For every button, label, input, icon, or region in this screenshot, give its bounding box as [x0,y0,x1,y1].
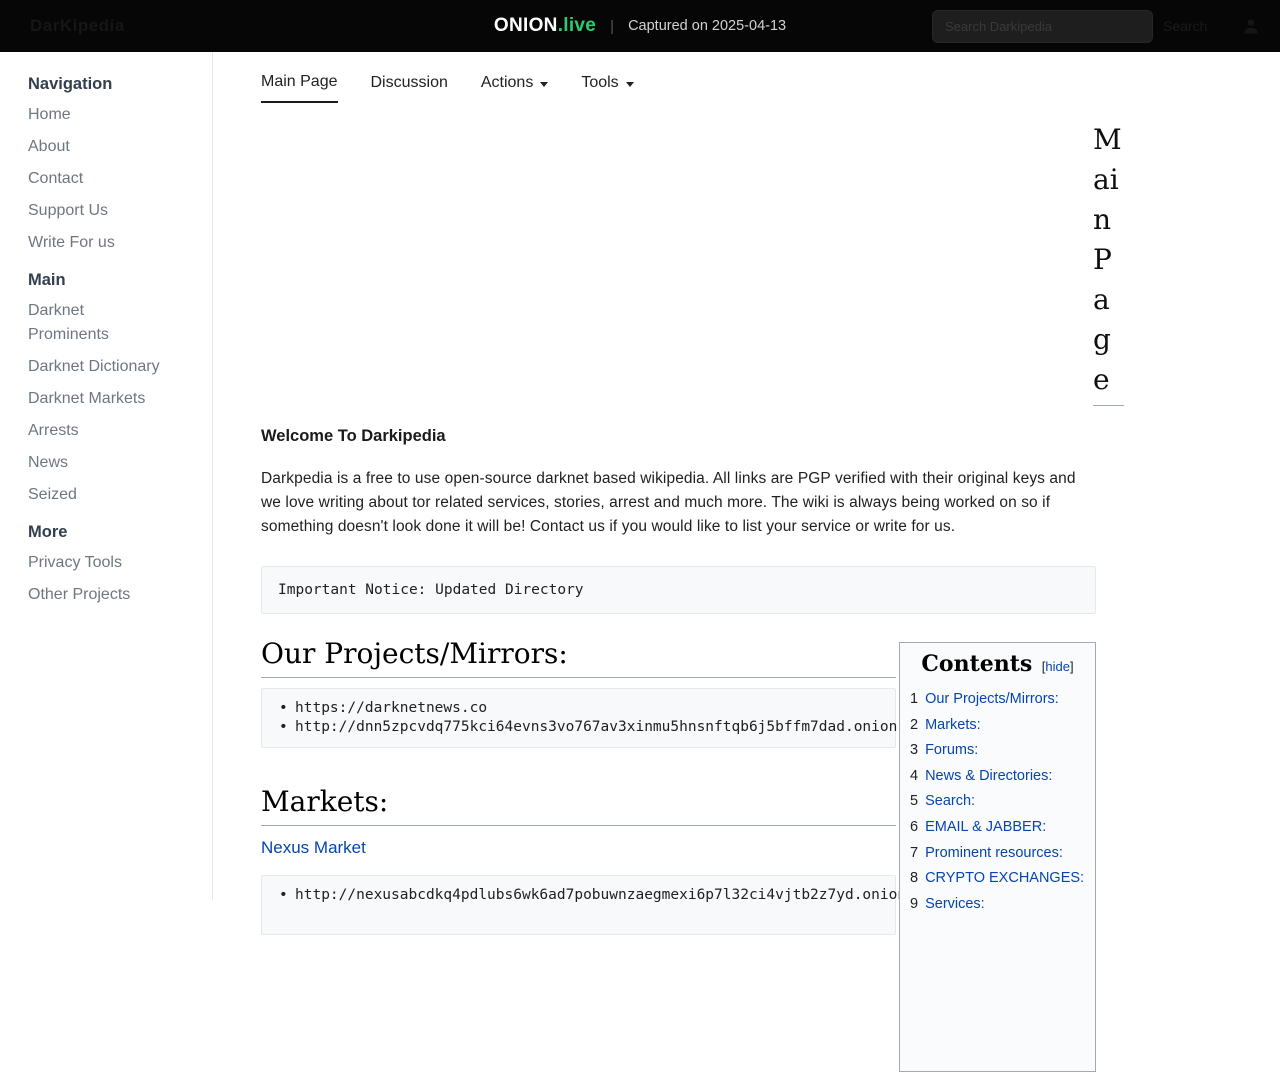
toc-item-number: 7 [910,845,918,861]
toc-link-prominent-resources[interactable]: Prominent resources: [925,845,1063,861]
toc-header: Contents hide [900,651,1095,677]
topbar-separator: | [610,18,614,35]
sidebar-more-list: Privacy Tools Other Projects [28,551,192,607]
sidebar-link-support-us[interactable]: Support Us [28,199,108,223]
toc-item-number: 2 [910,717,918,733]
toc-item-number: 3 [910,742,918,758]
toc-item-number: 4 [910,768,918,784]
intro-paragraph: Darkpedia is a free to use open-source d… [261,467,1096,539]
sidebar-link-news[interactable]: News [28,451,68,475]
sidebar-link-seized[interactable]: Seized [28,483,77,507]
sidebar-link-darknet-markets[interactable]: Darknet Markets [28,387,145,411]
toc-item[interactable]: 2 Markets: [910,713,1095,739]
section-heading-projects-mirrors: Our Projects/Mirrors: [261,634,896,678]
list-item-mirror-url[interactable]: https://darknetnews.co [262,699,895,718]
onion-live-brand: ONION.live [494,15,596,37]
brand-tld: .live [558,15,596,36]
nexus-market-link[interactable]: Nexus Market [261,838,366,858]
list-item-mirror-onion-url[interactable]: http://dnn5zpcvdq775kci64evns3vo767av3xi… [262,718,895,737]
sidebar-link-home[interactable]: Home [28,103,71,127]
sidebar-item-support-us[interactable]: Support Us [28,199,192,223]
toc-link-markets[interactable]: Markets: [925,717,981,733]
sidebar-link-arrests[interactable]: Arrests [28,419,79,443]
page-title: Main Page [1093,120,1124,406]
toc-link-forums[interactable]: Forums: [925,742,978,758]
toc-item[interactable]: 5 Search: [910,789,1095,815]
projects-mirrors-list: https://darknetnews.co http://dnn5zpcvdq… [262,699,895,737]
toc-item[interactable]: 1 Our Projects/Mirrors: [910,687,1095,713]
sidebar-item-arrests[interactable]: Arrests [28,419,192,443]
sidebar-item-home[interactable]: Home [28,103,192,127]
toc-item[interactable]: 9 Services: [910,892,1095,918]
toc-item[interactable]: 6 EMAIL & JABBER: [910,815,1095,841]
toc-list: 1 Our Projects/Mirrors: 2 Markets: 3 Forums… [900,687,1095,917]
sidebar-link-write-for-us[interactable]: Write For us [28,231,115,255]
sidebar-heading-navigation: Navigation [28,75,192,94]
sidebar-item-news[interactable]: News [28,451,192,475]
notice-box: Important Notice: Updated Directory [261,566,1096,614]
toc-item-number: 6 [910,819,918,835]
toc-item[interactable]: 4 News & Directories: [910,764,1095,790]
sidebar-item-write-for-us[interactable]: Write For us [28,231,192,255]
toc-link-news-directories[interactable]: News & Directories: [925,768,1052,784]
sidebar-item-darknet-markets[interactable]: Darknet Markets [28,387,192,411]
sidebar-item-seized[interactable]: Seized [28,483,192,507]
sidebar: Navigation Home About Contact Support Us… [0,52,213,900]
toc-item-number: 5 [910,793,918,809]
nexus-market-box: http://nexusabcdkq4pdlubs6wk6ad7pobuwnza… [261,875,896,935]
toc-item[interactable]: 7 Prominent resources: [910,841,1095,867]
sidebar-heading-more: More [28,523,192,542]
toc-item-number: 1 [910,691,918,707]
sidebar-heading-main: Main [28,271,192,290]
sidebar-link-darknet-dictionary[interactable]: Darknet Dictionary [28,355,160,379]
projects-mirrors-box: https://darknetnews.co http://dnn5zpcvdq… [261,688,896,748]
toc-item-number: 8 [910,870,918,886]
topbar: DarKipedia ONION.live | Captured on 2025… [0,0,1280,52]
toc-title: Contents [921,651,1032,677]
toc-link-email-jabber[interactable]: EMAIL & JABBER: [925,819,1046,835]
sidebar-item-darknet-prominents[interactable]: Darknet Prominents [28,299,192,347]
site-logo[interactable]: DarKipedia [30,16,125,36]
toc-link-crypto-exchanges[interactable]: CRYPTO EXCHANGES: [925,870,1084,886]
search-input[interactable] [932,10,1153,43]
table-of-contents: Contents hide 1 Our Projects/Mirrors: 2 Ma… [899,642,1096,1072]
sidebar-item-other-projects[interactable]: Other Projects [28,583,192,607]
search-button[interactable]: Search [1163,13,1207,39]
sidebar-link-other-projects[interactable]: Other Projects [28,583,130,607]
toc-link-search[interactable]: Search: [925,793,975,809]
sidebar-item-contact[interactable]: Contact [28,167,192,191]
sidebar-item-darknet-dictionary[interactable]: Darknet Dictionary [28,355,192,379]
brand-name: ONION [494,15,558,36]
sidebar-link-privacy-tools[interactable]: Privacy Tools [28,551,122,575]
sidebar-link-about[interactable]: About [28,135,70,159]
sidebar-nav-list: Home About Contact Support Us Write For … [28,103,192,255]
captured-date-label: Captured on 2025-04-13 [628,18,786,34]
welcome-heading: Welcome To Darkipedia [261,427,1096,446]
nexus-market-list: http://nexusabcdkq4pdlubs6wk6ad7pobuwnza… [262,886,895,905]
toc-link-projects-mirrors[interactable]: Our Projects/Mirrors: [925,691,1059,707]
sidebar-item-about[interactable]: About [28,135,192,159]
toc-hide-link[interactable]: hide [1042,659,1074,674]
sidebar-item-privacy-tools[interactable]: Privacy Tools [28,551,192,575]
user-icon[interactable] [1241,16,1261,36]
section-heading-markets: Markets: [261,782,896,826]
sidebar-main-list: Darknet Prominents Darknet Dictionary Da… [28,299,192,507]
toc-item-number: 9 [910,896,918,912]
list-item-nexus-onion-url[interactable]: http://nexusabcdkq4pdlubs6wk6ad7pobuwnza… [262,886,895,905]
toc-item[interactable]: 3 Forums: [910,738,1095,764]
sidebar-link-darknet-prominents[interactable]: Darknet Prominents [28,299,140,347]
toc-item[interactable]: 8 CRYPTO EXCHANGES: [910,866,1095,892]
toc-link-services[interactable]: Services: [925,896,985,912]
sidebar-link-contact[interactable]: Contact [28,167,83,191]
